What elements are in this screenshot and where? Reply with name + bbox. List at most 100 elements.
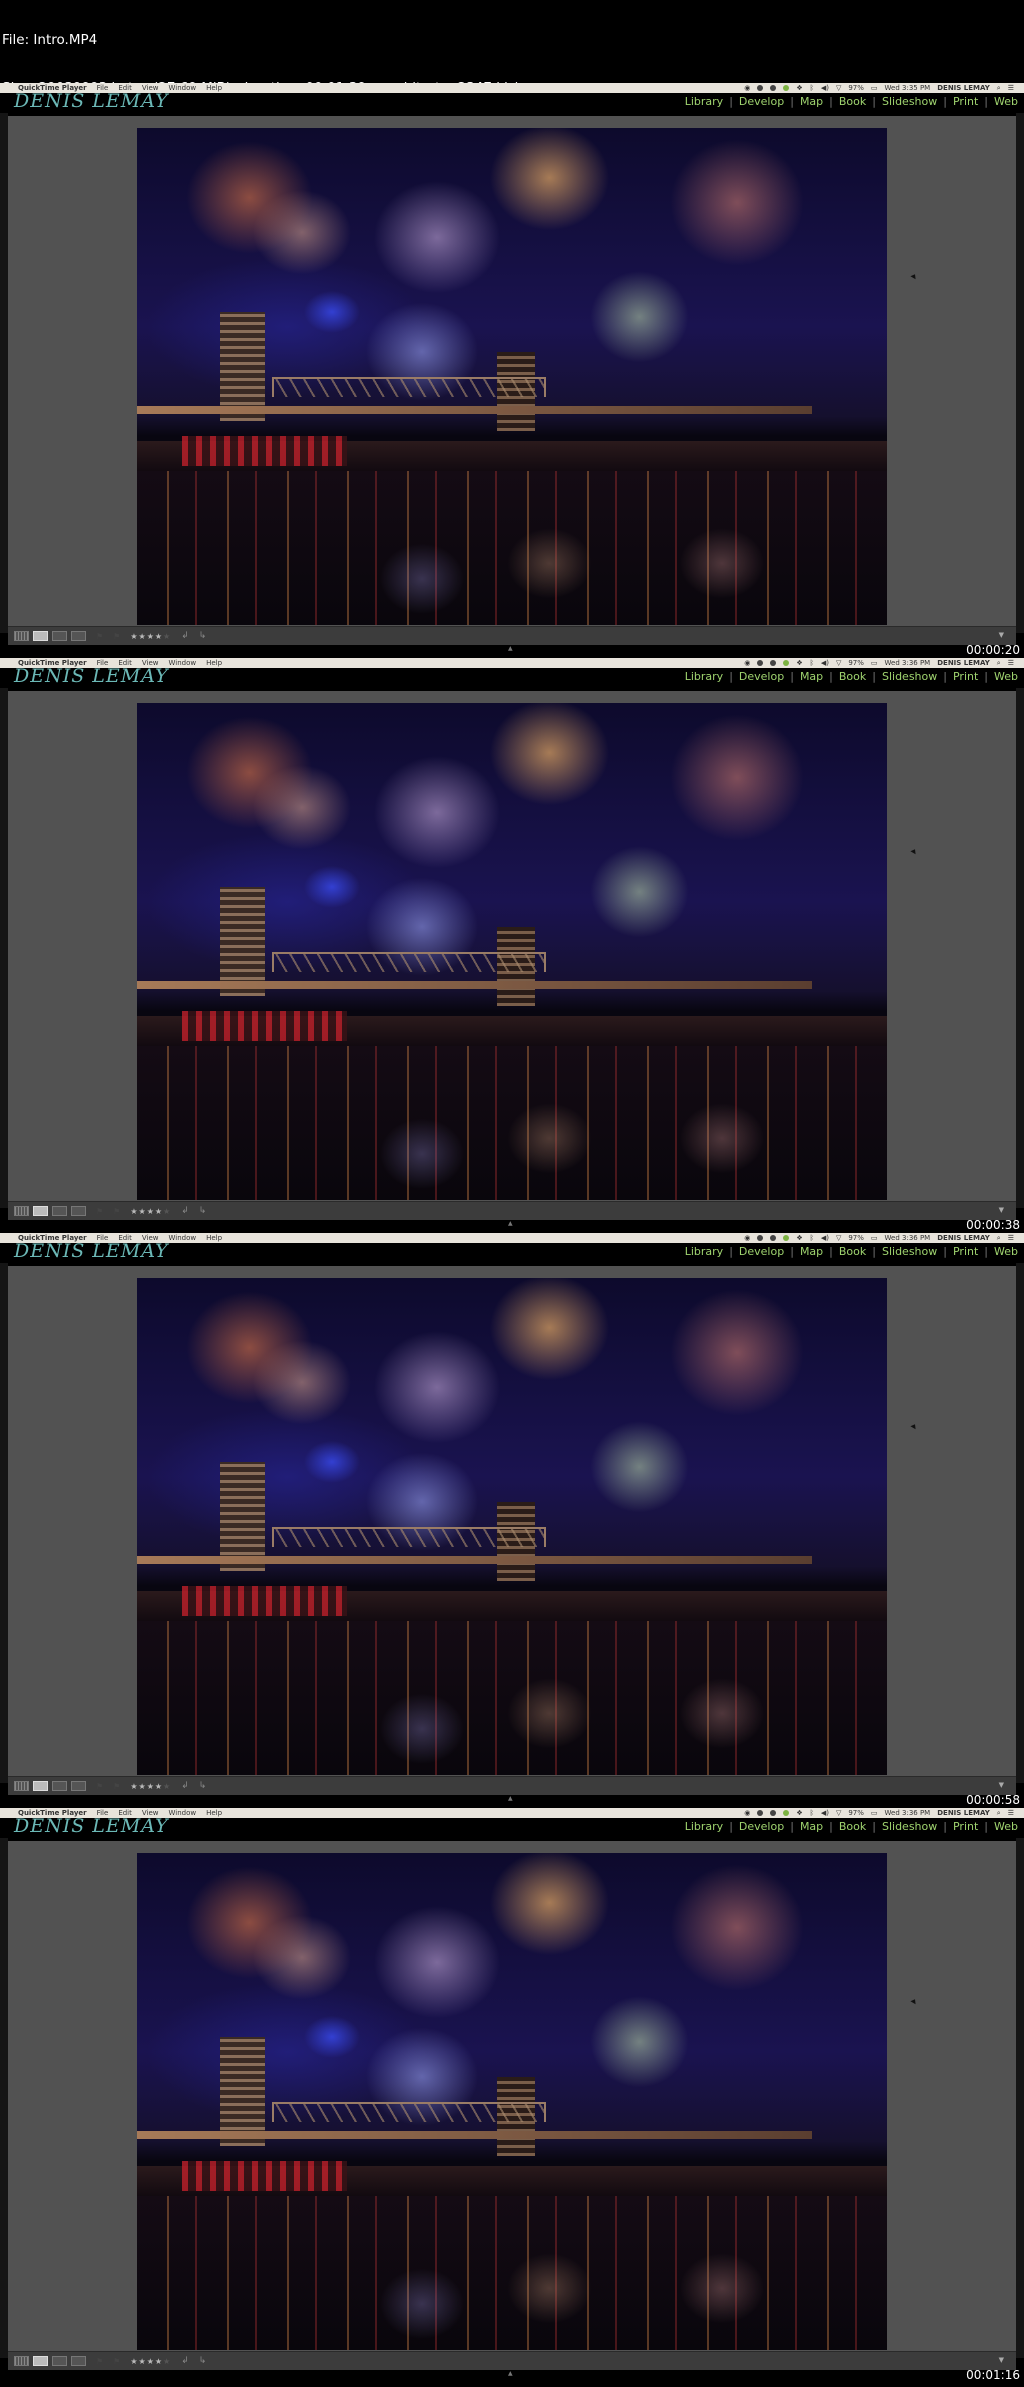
- fireworks-photo[interactable]: [137, 1278, 887, 1775]
- right-panel-toggle[interactable]: [1016, 113, 1024, 633]
- star-rating[interactable]: ★★★★★: [130, 1207, 171, 1216]
- star-icon[interactable]: ★: [139, 1782, 147, 1791]
- module-book[interactable]: Book: [839, 1820, 866, 1833]
- fireworks-photo[interactable]: [137, 128, 887, 625]
- module-develop[interactable]: Develop: [739, 95, 784, 108]
- flag-reject-icon[interactable]: ⚑: [113, 1782, 120, 1791]
- grid-view-icon[interactable]: [14, 1206, 29, 1216]
- flag-pick-icon[interactable]: ⚑: [96, 1782, 103, 1791]
- loupe-canvas[interactable]: [8, 116, 1016, 626]
- module-map[interactable]: Map: [800, 670, 823, 683]
- compare-view-icon[interactable]: [52, 1206, 67, 1216]
- star-icon[interactable]: ★: [139, 632, 147, 641]
- menu-help[interactable]: Help: [206, 1808, 222, 1818]
- module-library[interactable]: Library: [685, 670, 723, 683]
- search-icon[interactable]: ⌕: [997, 1808, 1001, 1818]
- survey-view-icon[interactable]: [71, 1781, 86, 1791]
- menu-help[interactable]: Help: [206, 83, 222, 93]
- flag-pick-icon[interactable]: ⚑: [96, 632, 103, 641]
- cloud-icon[interactable]: [757, 1810, 764, 1816]
- star-icon[interactable]: ★: [163, 632, 171, 641]
- battery-icon[interactable]: ▭: [871, 1808, 878, 1818]
- search-icon[interactable]: ⌕: [997, 658, 1001, 668]
- rotate-right-icon[interactable]: ↳: [199, 1206, 207, 1216]
- menu-clock[interactable]: Wed 3:36 PM: [885, 1808, 931, 1818]
- star-icon[interactable]: ★: [130, 1782, 138, 1791]
- battery-percent[interactable]: 97%: [848, 1233, 864, 1243]
- menu-window[interactable]: Window: [169, 1808, 197, 1818]
- left-panel-toggle[interactable]: [0, 1263, 8, 1783]
- bag-icon[interactable]: [770, 1810, 777, 1816]
- wifi-icon[interactable]: ▽: [836, 658, 841, 668]
- menu-user[interactable]: DENIS LEMAY: [937, 1808, 990, 1818]
- module-develop[interactable]: Develop: [739, 1245, 784, 1258]
- grid-view-icon[interactable]: [14, 2356, 29, 2366]
- star-icon[interactable]: ★: [163, 2357, 171, 2366]
- star-icon[interactable]: ★: [163, 1782, 171, 1791]
- filmstrip-toggle-icon[interactable]: ▲: [508, 2370, 513, 2377]
- dropbox-icon[interactable]: ❖: [796, 658, 802, 668]
- survey-view-icon[interactable]: [71, 2356, 86, 2366]
- battery-percent[interactable]: 97%: [848, 1808, 864, 1818]
- rotate-left-icon[interactable]: ↲: [181, 631, 189, 641]
- menu-help[interactable]: Help: [206, 1233, 222, 1243]
- rotate-left-icon[interactable]: ↲: [181, 1206, 189, 1216]
- dropbox-icon[interactable]: ❖: [796, 1808, 802, 1818]
- menu-window[interactable]: Window: [169, 83, 197, 93]
- star-rating[interactable]: ★★★★★: [130, 1782, 171, 1791]
- filmstrip-toggle-icon[interactable]: ▲: [508, 1220, 513, 1227]
- module-slideshow[interactable]: Slideshow: [882, 670, 937, 683]
- module-slideshow[interactable]: Slideshow: [882, 95, 937, 108]
- star-icon[interactable]: ★: [155, 1782, 163, 1791]
- star-rating[interactable]: ★★★★★: [130, 632, 171, 641]
- bag-icon[interactable]: [770, 1235, 777, 1241]
- wifi-icon[interactable]: ▽: [836, 1808, 841, 1818]
- bluetooth-icon[interactable]: ᛒ: [810, 83, 814, 93]
- menu-window[interactable]: Window: [169, 658, 197, 668]
- filmstrip-toggle-icon[interactable]: ▲: [508, 645, 513, 652]
- module-develop[interactable]: Develop: [739, 1820, 784, 1833]
- list-icon[interactable]: ☰: [1008, 1808, 1014, 1818]
- left-panel-toggle[interactable]: [0, 688, 8, 1208]
- compare-view-icon[interactable]: [52, 1781, 67, 1791]
- rotate-left-icon[interactable]: ↲: [181, 1781, 189, 1791]
- compare-view-icon[interactable]: [52, 2356, 67, 2366]
- loupe-view-icon[interactable]: [33, 1781, 48, 1791]
- record-icon[interactable]: ◉: [744, 658, 750, 668]
- battery-icon[interactable]: ▭: [871, 658, 878, 668]
- menu-user[interactable]: DENIS LEMAY: [937, 1233, 990, 1243]
- dropbox-icon[interactable]: ❖: [796, 83, 802, 93]
- record-icon[interactable]: ◉: [744, 1808, 750, 1818]
- record-icon[interactable]: ◉: [744, 83, 750, 93]
- module-print[interactable]: Print: [953, 1245, 978, 1258]
- bluetooth-icon[interactable]: ᛒ: [810, 658, 814, 668]
- search-icon[interactable]: ⌕: [997, 83, 1001, 93]
- menu-clock[interactable]: Wed 3:35 PM: [885, 83, 931, 93]
- cloud-icon[interactable]: [757, 1235, 764, 1241]
- rotate-left-icon[interactable]: ↲: [181, 2356, 189, 2366]
- wifi-icon[interactable]: ▽: [836, 83, 841, 93]
- loupe-view-icon[interactable]: [33, 1206, 48, 1216]
- star-icon[interactable]: ★: [147, 632, 155, 641]
- battery-percent[interactable]: 97%: [848, 658, 864, 668]
- toolbar-menu-icon[interactable]: ▼: [999, 2356, 1004, 2364]
- module-web[interactable]: Web: [994, 95, 1018, 108]
- grid-view-icon[interactable]: [14, 1781, 29, 1791]
- star-icon[interactable]: ★: [130, 1207, 138, 1216]
- bag-icon[interactable]: [770, 85, 777, 91]
- star-icon[interactable]: ★: [139, 1207, 147, 1216]
- evernote-icon[interactable]: [783, 660, 790, 666]
- record-icon[interactable]: ◉: [744, 1233, 750, 1243]
- star-icon[interactable]: ★: [155, 1207, 163, 1216]
- module-book[interactable]: Book: [839, 670, 866, 683]
- module-book[interactable]: Book: [839, 95, 866, 108]
- dropbox-icon[interactable]: ❖: [796, 1233, 802, 1243]
- module-map[interactable]: Map: [800, 1820, 823, 1833]
- survey-view-icon[interactable]: [71, 631, 86, 641]
- module-map[interactable]: Map: [800, 95, 823, 108]
- bag-icon[interactable]: [770, 660, 777, 666]
- module-slideshow[interactable]: Slideshow: [882, 1820, 937, 1833]
- toolbar-menu-icon[interactable]: ▼: [999, 1781, 1004, 1789]
- star-icon[interactable]: ★: [147, 1207, 155, 1216]
- flag-reject-icon[interactable]: ⚑: [113, 632, 120, 641]
